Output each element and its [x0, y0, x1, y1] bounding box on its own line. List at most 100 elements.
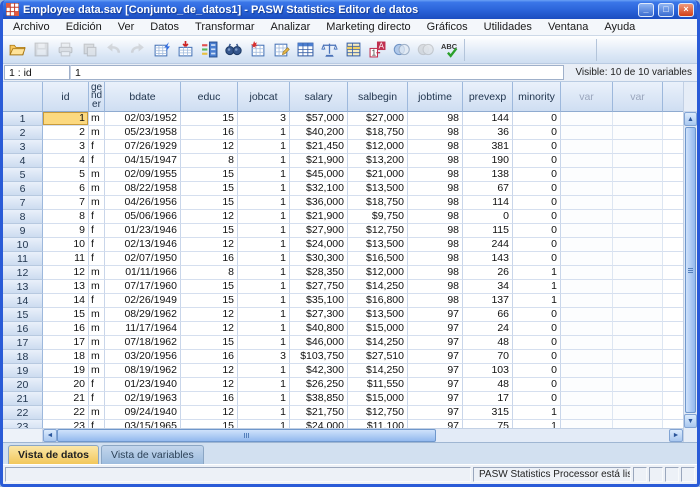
- recall-dialogs-button[interactable]: [78, 38, 101, 61]
- data-cell[interactable]: 16: [181, 350, 238, 364]
- data-cell[interactable]: 0: [513, 350, 561, 364]
- data-cell[interactable]: 15: [181, 112, 238, 126]
- column-header-salary[interactable]: salary: [290, 82, 348, 112]
- data-cell[interactable]: 1: [238, 420, 290, 428]
- data-cell[interactable]: 0: [513, 252, 561, 266]
- data-cell[interactable]: $18,750: [348, 196, 408, 210]
- data-cell[interactable]: 137: [463, 294, 513, 308]
- data-cell[interactable]: 70: [463, 350, 513, 364]
- data-cell[interactable]: m: [89, 308, 105, 322]
- data-cell[interactable]: 12: [181, 378, 238, 392]
- data-cell[interactable]: f: [89, 252, 105, 266]
- empty-var-cell[interactable]: [613, 322, 663, 336]
- menu-analizar[interactable]: Analizar: [263, 19, 319, 35]
- empty-var-cell[interactable]: [561, 420, 613, 428]
- data-cell[interactable]: $21,450: [290, 140, 348, 154]
- data-cell[interactable]: $18,750: [348, 126, 408, 140]
- data-cell[interactable]: 17: [43, 336, 89, 350]
- data-cell[interactable]: 0: [513, 336, 561, 350]
- data-cell[interactable]: 0: [513, 210, 561, 224]
- data-cell[interactable]: 11: [43, 252, 89, 266]
- data-cell[interactable]: 98: [408, 210, 463, 224]
- data-cell[interactable]: 98: [408, 266, 463, 280]
- data-cell[interactable]: f: [89, 224, 105, 238]
- empty-var-cell[interactable]: [561, 392, 613, 406]
- data-cell[interactable]: 0: [463, 210, 513, 224]
- empty-var-cell[interactable]: [561, 154, 613, 168]
- data-cell[interactable]: 97: [408, 392, 463, 406]
- row-number[interactable]: 5: [3, 168, 43, 182]
- scroll-down-icon[interactable]: ▼: [684, 414, 697, 428]
- data-cell[interactable]: 98: [408, 168, 463, 182]
- data-cell[interactable]: $15,000: [348, 322, 408, 336]
- menu-archivo[interactable]: Archivo: [5, 19, 58, 35]
- data-cell[interactable]: 0: [513, 224, 561, 238]
- data-cell[interactable]: 07/26/1929: [105, 140, 181, 154]
- column-header-jobcat[interactable]: jobcat: [238, 82, 290, 112]
- data-cell[interactable]: 08/22/1958: [105, 182, 181, 196]
- value-labels-button[interactable]: 1A: [366, 38, 389, 61]
- row-number[interactable]: 18: [3, 350, 43, 364]
- data-cell[interactable]: $27,000: [348, 112, 408, 126]
- column-header-var-1[interactable]: var: [561, 82, 613, 112]
- data-cell[interactable]: 16: [181, 392, 238, 406]
- data-cell[interactable]: 114: [463, 196, 513, 210]
- horizontal-scroll-thumb[interactable]: [57, 429, 436, 442]
- data-cell[interactable]: 1: [238, 406, 290, 420]
- data-cell[interactable]: 02/19/1963: [105, 392, 181, 406]
- data-cell[interactable]: 0: [513, 322, 561, 336]
- data-cell[interactable]: $36,000: [290, 196, 348, 210]
- empty-var-cell[interactable]: [561, 238, 613, 252]
- data-cell[interactable]: 16: [181, 126, 238, 140]
- insert-variable-button[interactable]: [270, 38, 293, 61]
- scroll-right-icon[interactable]: ►: [669, 429, 683, 442]
- row-number[interactable]: 16: [3, 322, 43, 336]
- data-cell[interactable]: $12,000: [348, 266, 408, 280]
- data-cell[interactable]: $15,000: [348, 392, 408, 406]
- data-cell[interactable]: m: [89, 406, 105, 420]
- data-cell[interactable]: 26: [463, 266, 513, 280]
- row-number[interactable]: 21: [3, 392, 43, 406]
- data-cell[interactable]: $28,350: [290, 266, 348, 280]
- data-cell[interactable]: $14,250: [348, 364, 408, 378]
- row-number[interactable]: 23: [3, 420, 43, 428]
- data-cell[interactable]: 04/15/1947: [105, 154, 181, 168]
- data-cell[interactable]: $21,750: [290, 406, 348, 420]
- data-cell[interactable]: 143: [463, 252, 513, 266]
- data-cell[interactable]: $103,750: [290, 350, 348, 364]
- data-cell[interactable]: 67: [463, 182, 513, 196]
- data-cell[interactable]: $35,100: [290, 294, 348, 308]
- data-cell[interactable]: 12: [181, 364, 238, 378]
- data-cell[interactable]: f: [89, 378, 105, 392]
- empty-var-cell[interactable]: [561, 252, 613, 266]
- data-cell[interactable]: 97: [408, 308, 463, 322]
- data-cell[interactable]: 97: [408, 406, 463, 420]
- horizontal-scroll-track[interactable]: [57, 429, 669, 442]
- empty-var-cell[interactable]: [561, 350, 613, 364]
- save-button[interactable]: [30, 38, 53, 61]
- data-cell[interactable]: 3: [43, 140, 89, 154]
- row-number[interactable]: 15: [3, 308, 43, 322]
- title-bar[interactable]: Employee data.sav [Conjunto_de_datos1] -…: [3, 0, 697, 19]
- data-cell[interactable]: $12,000: [348, 140, 408, 154]
- menu-transformar[interactable]: Transformar: [187, 19, 263, 35]
- data-cell[interactable]: m: [89, 168, 105, 182]
- data-cell[interactable]: $12,750: [348, 406, 408, 420]
- row-number[interactable]: 3: [3, 140, 43, 154]
- data-cell[interactable]: m: [89, 280, 105, 294]
- menu-ver[interactable]: Ver: [110, 19, 143, 35]
- data-cell[interactable]: 5: [43, 168, 89, 182]
- grid-corner-cell[interactable]: [3, 82, 43, 112]
- empty-var-cell[interactable]: [561, 266, 613, 280]
- row-number[interactable]: 4: [3, 154, 43, 168]
- data-cell[interactable]: 381: [463, 140, 513, 154]
- row-number[interactable]: 10: [3, 238, 43, 252]
- data-cell[interactable]: $21,900: [290, 154, 348, 168]
- data-cell[interactable]: f: [89, 140, 105, 154]
- data-cell[interactable]: 2: [43, 126, 89, 140]
- data-cell[interactable]: 12: [181, 322, 238, 336]
- data-cell[interactable]: m: [89, 182, 105, 196]
- data-cell[interactable]: 97: [408, 336, 463, 350]
- data-cell[interactable]: 18: [43, 350, 89, 364]
- data-cell[interactable]: $13,500: [348, 308, 408, 322]
